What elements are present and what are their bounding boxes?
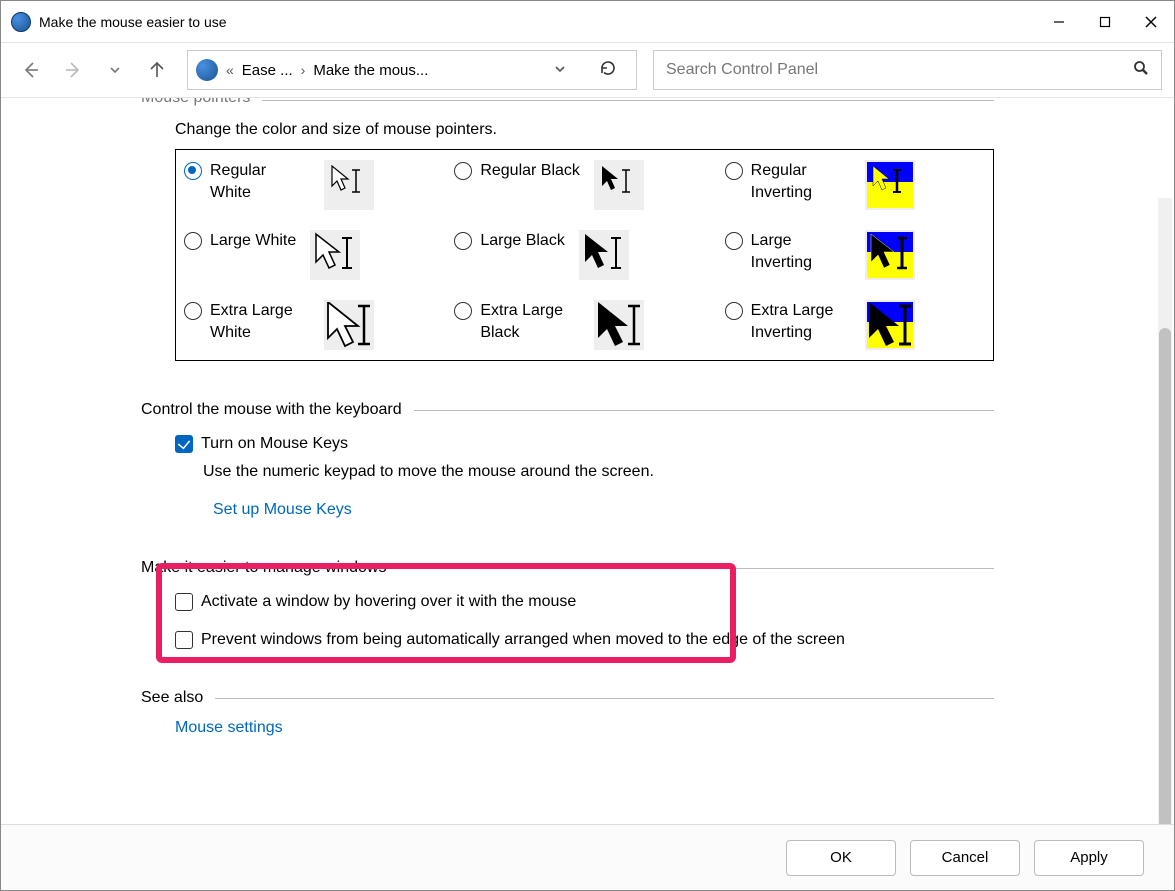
pointer-label: Large White	[210, 230, 296, 252]
radio-xl-white[interactable]	[184, 302, 202, 320]
breadcrumb-item-1[interactable]: Ease ...	[242, 62, 293, 79]
pointer-option-xl-white[interactable]: Extra Large White	[184, 300, 444, 350]
chevron-right-icon: ›	[301, 62, 306, 78]
section-manage-windows: Make it easier to manage windows	[141, 559, 994, 577]
close-button[interactable]	[1128, 2, 1174, 42]
navbar: « Ease ... › Make the mous...	[1, 43, 1174, 98]
mouse-settings-link[interactable]: Mouse settings	[175, 719, 283, 737]
pointer-option-large-inverting[interactable]: Large Inverting	[725, 230, 985, 280]
pointer-preview-icon	[865, 160, 915, 210]
app-icon	[11, 12, 31, 32]
pointer-preview-icon	[865, 230, 915, 280]
pointer-preview-icon	[310, 230, 360, 280]
titlebar-left: Make the mouse easier to use	[11, 12, 227, 32]
setup-mouse-keys-link[interactable]: Set up Mouse Keys	[213, 501, 352, 519]
pointer-label: Regular White	[210, 160, 310, 205]
mouse-keys-label: Turn on Mouse Keys	[201, 435, 348, 453]
radio-regular-inverting[interactable]	[725, 162, 743, 180]
activate-hover-label: Activate a window by hovering over it wi…	[201, 593, 576, 611]
titlebar: Make the mouse easier to use	[1, 1, 1174, 43]
section-title: See also	[141, 689, 203, 707]
pointer-option-regular-white[interactable]: Regular White	[184, 160, 444, 210]
section-title: Mouse pointers	[141, 98, 250, 107]
section-title: Make it easier to manage windows	[141, 559, 386, 577]
scrollbar-thumb[interactable]	[1159, 328, 1171, 824]
pointer-label: Extra Large White	[210, 300, 310, 345]
breadcrumb[interactable]: « Ease ... › Make the mous...	[187, 50, 637, 90]
pointer-option-large-black[interactable]: Large Black	[454, 230, 714, 280]
prevent-arrange-row[interactable]: Prevent windows from being automatically…	[175, 631, 994, 649]
radio-large-white[interactable]	[184, 232, 202, 250]
pointer-option-large-white[interactable]: Large White	[184, 230, 444, 280]
window-controls	[1036, 2, 1174, 42]
pointer-preview-icon	[594, 300, 644, 350]
breadcrumb-item-2[interactable]: Make the mous...	[313, 62, 428, 79]
section-see-also: See also	[141, 689, 994, 707]
breadcrumb-dropdown[interactable]	[540, 62, 580, 79]
scrollbar[interactable]	[1158, 198, 1172, 824]
mouse-pointers-desc: Change the color and size of mouse point…	[175, 121, 994, 139]
pointer-option-regular-inverting[interactable]: Regular Inverting	[725, 160, 985, 210]
pointer-label: Large Inverting	[751, 230, 851, 275]
footer: OK Cancel Apply	[1, 824, 1174, 890]
chevron-left-icon: «	[226, 62, 234, 78]
pointer-label: Large Black	[480, 230, 565, 252]
up-button[interactable]	[139, 52, 175, 88]
search-box[interactable]	[653, 50, 1162, 90]
radio-regular-white[interactable]	[184, 162, 202, 180]
mouse-keys-checkbox-row[interactable]: Turn on Mouse Keys	[175, 435, 994, 453]
prevent-arrange-checkbox[interactable]	[175, 631, 193, 649]
pointer-preview-icon	[579, 230, 629, 280]
pointer-label: Extra Large Inverting	[751, 300, 851, 345]
pointer-label: Extra Large Black	[480, 300, 580, 345]
content-area: Mouse pointers Change the color and size…	[1, 98, 1174, 824]
section-mouse-pointers: Mouse pointers	[141, 98, 994, 107]
breadcrumb-icon	[196, 59, 218, 81]
pointer-preview-icon	[594, 160, 644, 210]
refresh-button[interactable]	[588, 59, 628, 82]
pointer-option-xl-inverting[interactable]: Extra Large Inverting	[725, 300, 985, 350]
search-input[interactable]	[666, 61, 1133, 79]
back-button[interactable]	[13, 52, 49, 88]
mouse-keys-desc: Use the numeric keypad to move the mouse…	[203, 463, 994, 481]
prevent-arrange-label: Prevent windows from being automatically…	[201, 631, 845, 649]
radio-xl-inverting[interactable]	[725, 302, 743, 320]
cancel-button[interactable]: Cancel	[910, 840, 1020, 876]
pointer-preview-icon	[324, 160, 374, 210]
window: Make the mouse easier to use	[0, 0, 1175, 891]
radio-large-black[interactable]	[454, 232, 472, 250]
pointer-option-xl-black[interactable]: Extra Large Black	[454, 300, 714, 350]
maximize-button[interactable]	[1082, 2, 1128, 42]
activate-hover-row[interactable]: Activate a window by hovering over it wi…	[175, 593, 994, 611]
search-icon[interactable]	[1133, 60, 1149, 81]
apply-button[interactable]: Apply	[1034, 840, 1144, 876]
mouse-keys-checkbox[interactable]	[175, 435, 193, 453]
recent-dropdown[interactable]	[97, 52, 133, 88]
ok-button[interactable]: OK	[786, 840, 896, 876]
pointer-label: Regular Black	[480, 160, 580, 182]
minimize-button[interactable]	[1036, 2, 1082, 42]
window-title: Make the mouse easier to use	[39, 14, 227, 30]
pointer-preview-icon	[865, 300, 915, 350]
pointer-label: Regular Inverting	[751, 160, 851, 205]
section-control-keyboard: Control the mouse with the keyboard	[141, 401, 994, 419]
forward-button[interactable]	[55, 52, 91, 88]
pointer-preview-icon	[324, 300, 374, 350]
radio-xl-black[interactable]	[454, 302, 472, 320]
radio-regular-black[interactable]	[454, 162, 472, 180]
radio-large-inverting[interactable]	[725, 232, 743, 250]
activate-hover-checkbox[interactable]	[175, 593, 193, 611]
pointer-option-regular-black[interactable]: Regular Black	[454, 160, 714, 210]
section-title: Control the mouse with the keyboard	[141, 401, 402, 419]
pointer-options-group: Regular White Regular Black	[175, 149, 994, 361]
